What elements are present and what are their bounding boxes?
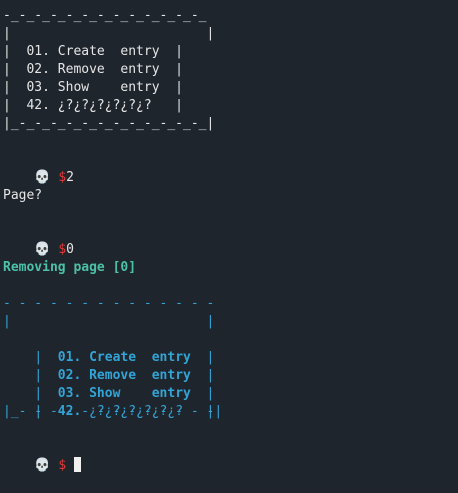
menu-item: | 01. Create entry | — [3, 331, 214, 365]
menu-item: | 02. Remove entry | — [3, 349, 214, 383]
skull-icon: 💀 — [34, 170, 51, 185]
page-question: Page? — [3, 188, 43, 203]
prompt-line: 💀 $0 — [3, 223, 74, 257]
removing-message: Removing page [0] — [3, 260, 137, 275]
prompt-dollar: $ — [58, 458, 67, 473]
menu-border-blank: | | — [3, 26, 215, 41]
prompt-line[interactable]: 💀 $ — [3, 439, 81, 473]
menu-border-bottom: |_-_-_-_-_-_-_-_-_-_-_-_-_| — [3, 116, 215, 131]
menu-border-blank: | | — [3, 314, 215, 329]
menu-item: | 42. ¿?¿?¿?¿?¿?¿? | — [3, 98, 184, 113]
text-cursor — [73, 457, 81, 472]
menu-border-bottom: |_- - - - - - - - - - - - -| — [3, 404, 223, 419]
menu-item: | 02. Remove entry | — [3, 62, 184, 77]
menu-item: | 03. Show entry | — [3, 367, 214, 401]
prompt-input: 2 — [66, 170, 74, 185]
prompt-dollar: $ — [58, 170, 67, 185]
menu-item: | 03. Show entry | — [3, 80, 184, 95]
terminal-window[interactable]: -_-_-_-_-_-_-_-_-_-_-_-_-_ | | | 01. Cre… — [0, 0, 458, 473]
menu-item: | 42. ¿?¿?¿?¿?¿?¿? | — [3, 385, 214, 419]
menu-border-top: - - - - - - - - - - - - - - — [3, 296, 215, 311]
menu-item: | 01. Create entry | — [3, 44, 184, 59]
prompt-dollar: $ — [58, 242, 67, 257]
prompt-line: 💀 $2 — [3, 151, 74, 185]
prompt-input: 0 — [66, 242, 74, 257]
menu-border-top: -_-_-_-_-_-_-_-_-_-_-_-_-_ — [3, 8, 207, 23]
skull-icon: 💀 — [34, 242, 51, 257]
